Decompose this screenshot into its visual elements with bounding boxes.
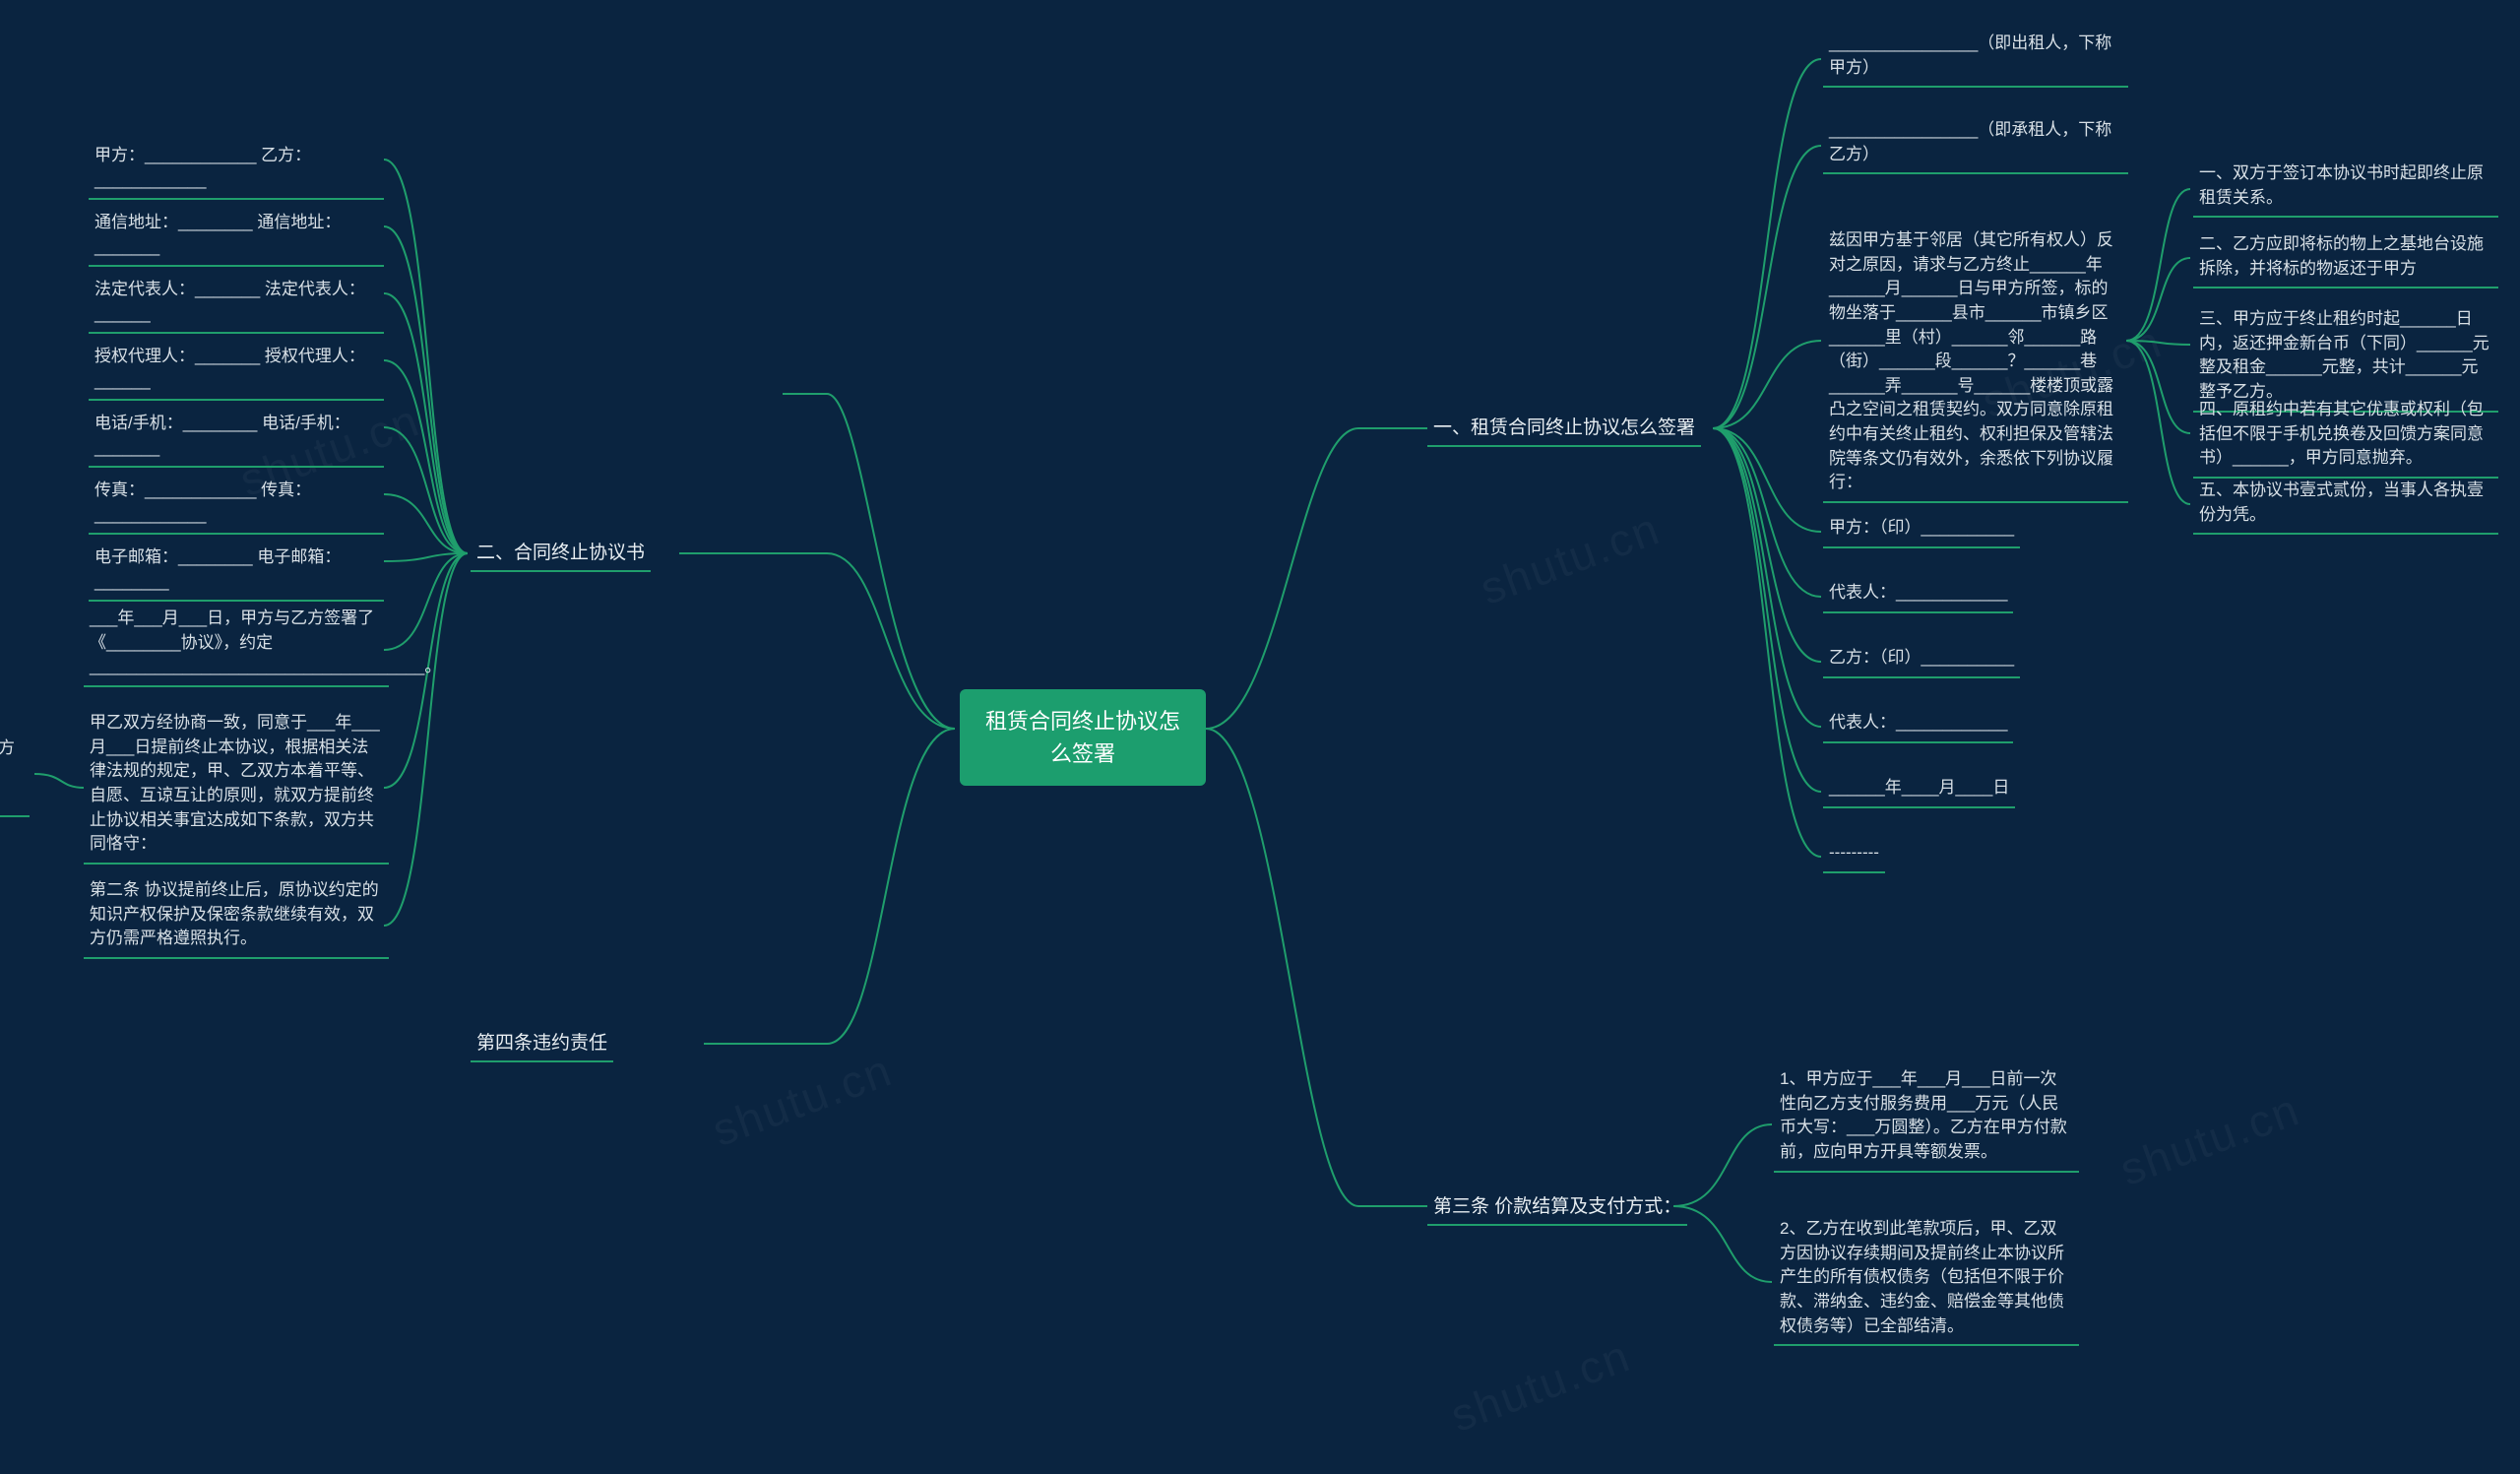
s2-f5: 电话/手机：________ 电话/手机：_______ [89, 408, 384, 468]
s1-item4: 四、原租约中若有其它优惠或权利（包括但不限于手机兑换卷及回馈方案同意书）____… [2193, 394, 2498, 479]
s2-f7: 电子邮箱：________ 电子邮箱：________ [89, 542, 384, 602]
watermark: shutu.cn [705, 1043, 899, 1157]
s1-dashes: --------- [1823, 837, 1885, 873]
s2-f1: 甲方：____________ 乙方：____________ [89, 140, 384, 200]
section4-title: 第四条违约责任 [471, 1024, 613, 1062]
s1-preface: 兹因甲方基于邻居（其它所有权人）反对之原因，请求与乙方终止______年____… [1823, 224, 2128, 503]
watermark: shutu.cn [2112, 1082, 2306, 1196]
section3-title: 第三条 价款结算及支付方式： [1427, 1187, 1687, 1226]
s1-item2: 二、乙方应即将标的物上之基地台设施拆除，并将标的物返还于甲方 [2193, 228, 2498, 288]
root-node: 租赁合同终止协议怎么签署 [960, 689, 1206, 786]
s2-signed: ___年___月___日，甲方与乙方签署了《________协议》，约定____… [84, 603, 389, 687]
section2-title: 二、合同终止协议书 [471, 534, 651, 572]
s1-sign-a: 甲方：（印）__________ [1823, 512, 2020, 548]
s2-clause2: 第二条 协议提前终止后，原协议约定的知识产权保护及保密条款继续有效，双方仍需严格… [84, 874, 389, 959]
s1-party-a: ________________（即出租人，下称甲方） [1823, 28, 2128, 88]
s1-party-b: ________________（即承租人，下称乙方） [1823, 114, 2128, 174]
s2-clause1: 第一条甲、乙双方同意，提前终止双方于___年___月___日签订的《______… [0, 733, 30, 817]
s1-sign-b: 乙方：（印）__________ [1823, 642, 2020, 678]
s1-rep-b: 代表人：____________ [1823, 707, 2013, 743]
s3-p2: 2、乙方在收到此笔款项后，甲、乙双方因协议存续期间及提前终止本协议所产生的所有债… [1774, 1213, 2079, 1346]
s2-f3: 法定代表人：_______ 法定代表人：______ [89, 274, 384, 334]
s2-f4: 授权代理人：_______ 授权代理人：______ [89, 341, 384, 401]
s2-clause-main: 甲乙双方经协商一致，同意于___年___月___日提前终止本协议，根据相关法律法… [84, 707, 389, 865]
watermark: shutu.cn [1473, 501, 1667, 615]
watermark: shutu.cn [1443, 1328, 1637, 1442]
s1-date: ______年____月____日 [1823, 772, 2015, 808]
s1-item1: 一、双方于签订本协议书时起即终止原租赁关系。 [2193, 158, 2498, 218]
section1-title: 一、租赁合同终止协议怎么签署 [1427, 409, 1701, 447]
s2-f2: 通信地址：________ 通信地址：_______ [89, 207, 384, 267]
s3-p1: 1、甲方应于___年___月___日前一次性向乙方支付服务费用___万元（人民币… [1774, 1063, 2079, 1173]
s1-item5: 五、本协议书壹式贰份，当事人各执壹份为凭。 [2193, 475, 2498, 535]
s2-f6: 传真：____________ 传真：____________ [89, 475, 384, 535]
s1-rep-a: 代表人：____________ [1823, 577, 2013, 613]
